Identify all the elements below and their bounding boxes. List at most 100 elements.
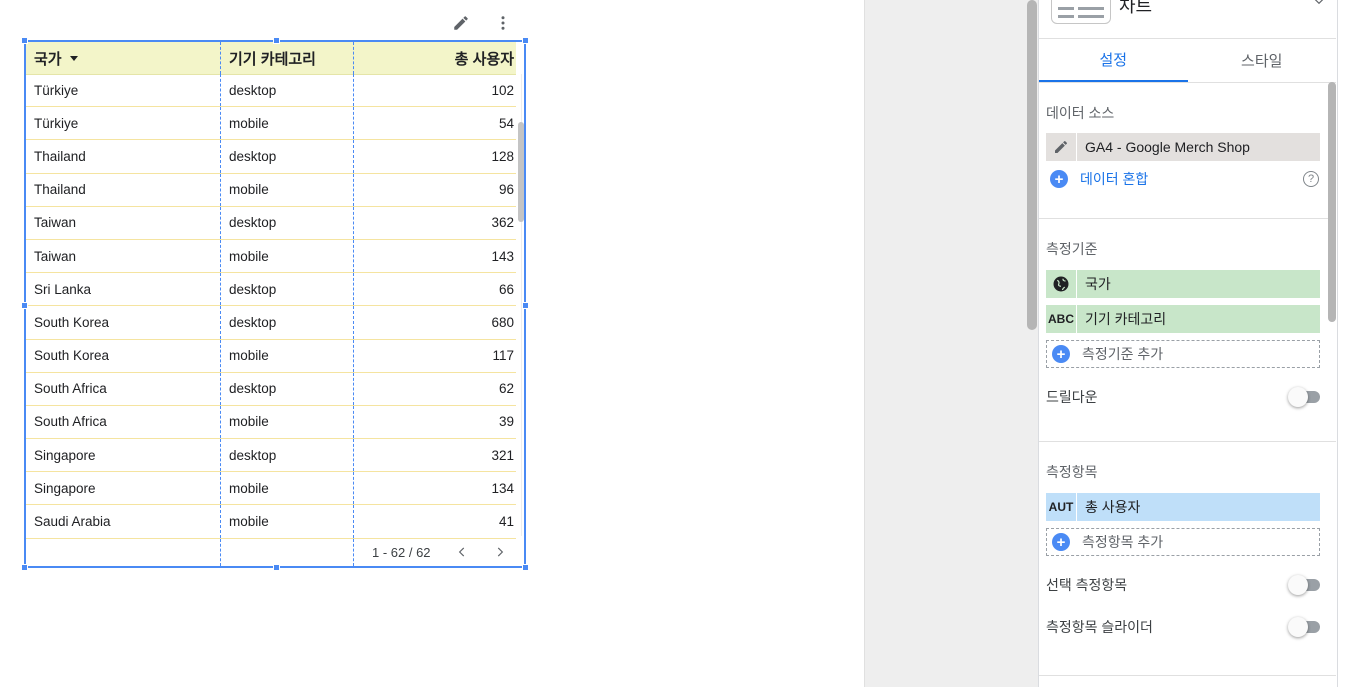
cell-total-users: 362 <box>491 215 514 231</box>
table-row[interactable]: Singapore mobile 134 <box>26 472 516 506</box>
table-chart[interactable]: 국가 기기 카테고리 총 사용자 Türkiye desktop 102 Türkiy… <box>21 37 529 571</box>
help-icon[interactable]: ? <box>1303 171 1319 187</box>
tab-setup[interactable]: 설정 <box>1039 39 1188 82</box>
table-row[interactable]: Thailand mobile 96 <box>26 173 516 207</box>
metric-type-icon: AUT <box>1046 493 1076 521</box>
cell-country: South Korea <box>26 339 221 372</box>
cell-device-category: desktop <box>221 439 354 472</box>
data-source-section: 데이터 소스 GA4 - Google Merch Shop + 데이터 혼합 … <box>1039 83 1336 219</box>
table-footer: 1 - 62 / 62 <box>26 539 516 566</box>
table-chart-icon <box>1051 0 1111 24</box>
data-source-name: GA4 - Google Merch Shop <box>1076 133 1320 161</box>
resize-handle-e[interactable] <box>522 302 529 309</box>
cell-country: South Africa <box>26 372 221 405</box>
cell-total-users: 96 <box>498 182 514 198</box>
metric-chip-total-users[interactable]: AUT 총 사용자 <box>1046 493 1320 521</box>
add-dimension-button[interactable]: + 측정기준 추가 <box>1046 340 1320 368</box>
cell-device-category: desktop <box>221 306 354 339</box>
cell-device-category: desktop <box>221 140 354 173</box>
table-row[interactable]: South Africa desktop 62 <box>26 372 516 406</box>
add-metric-button[interactable]: + 측정항목 추가 <box>1046 528 1320 556</box>
cell-device-category: mobile <box>221 107 354 140</box>
table-row[interactable]: Taiwan desktop 362 <box>26 206 516 240</box>
cell-total-users: 39 <box>498 414 514 430</box>
cell-device-category: desktop <box>221 372 354 405</box>
cell-device-category: desktop <box>221 206 354 239</box>
cell-total-users: 680 <box>491 314 514 330</box>
chart-type-name: 차트 <box>1119 0 1153 16</box>
table-row[interactable]: Singapore desktop 321 <box>26 439 516 473</box>
properties-panel: 차트 설정 스타일 데이터 소스 GA4 - Google Merch Shop… <box>1038 0 1336 687</box>
pagination: 1 - 62 / 62 <box>354 539 516 566</box>
header-device-category[interactable]: 기기 카테고리 <box>221 42 354 74</box>
chevron-down-icon[interactable] <box>1312 0 1326 11</box>
resize-handle-s[interactable] <box>273 564 280 571</box>
cell-country: Taiwan <box>26 239 221 273</box>
pencil-icon[interactable] <box>450 12 472 34</box>
metric-section: 측정항목 AUT 총 사용자 + 측정항목 추가 선택 측정항목 측정항목 슬라… <box>1039 442 1336 676</box>
resize-handle-sw[interactable] <box>21 564 28 571</box>
chevron-left-icon[interactable] <box>455 544 469 562</box>
optional-metrics-toggle[interactable] <box>1288 575 1320 595</box>
cell-country: South Africa <box>26 405 221 439</box>
drilldown-label: 드릴다운 <box>1046 389 1098 405</box>
table-row[interactable]: Türkiye mobile 54 <box>26 107 516 141</box>
metric-slider-toggle[interactable] <box>1288 617 1320 637</box>
pencil-icon[interactable] <box>1046 133 1076 161</box>
table-row[interactable]: South Korea mobile 117 <box>26 339 516 373</box>
table-row[interactable]: Thailand desktop 128 <box>26 140 516 174</box>
cell-country: Thailand <box>26 173 221 206</box>
table-row[interactable]: Sri Lanka desktop 66 <box>26 273 516 307</box>
chevron-right-icon[interactable] <box>493 544 507 562</box>
cell-total-users: 62 <box>498 381 514 397</box>
pagination-label: 1 - 62 / 62 <box>372 545 431 560</box>
dimension-chip-country[interactable]: 국가 <box>1046 270 1320 298</box>
tab-style[interactable]: 스타일 <box>1188 39 1337 82</box>
table-body: Türkiye desktop 102 Türkiye mobile 54 Thailand… <box>26 74 516 539</box>
cell-device-category: mobile <box>221 339 354 372</box>
drilldown-row: 드릴다운 <box>1046 376 1320 418</box>
table-header: 국가 기기 카테고리 총 사용자 <box>26 42 516 75</box>
report-canvas: 국가 기기 카테고리 총 사용자 Türkiye desktop 102 Türkiy… <box>0 0 864 687</box>
canvas-gutter <box>864 0 1038 687</box>
cell-total-users: 54 <box>498 115 514 131</box>
panel-scrollbar[interactable] <box>1328 82 1336 322</box>
header-total-users[interactable]: 총 사용자 <box>354 42 516 74</box>
canvas-scrollbar[interactable] <box>1027 0 1037 330</box>
cell-total-users: 321 <box>491 447 514 463</box>
resize-handle-w[interactable] <box>21 302 28 309</box>
table-row[interactable]: South Africa mobile 39 <box>26 405 516 440</box>
cell-country: Sri Lanka <box>26 273 221 306</box>
cell-country: Saudi Arabia <box>26 505 221 538</box>
resize-handle-ne[interactable] <box>522 37 529 44</box>
table-row[interactable]: Taiwan mobile 143 <box>26 239 516 274</box>
cell-device-category: mobile <box>221 239 354 273</box>
cell-device-category: mobile <box>221 505 354 538</box>
dimension-chip-device-category[interactable]: ABC 기기 카테고리 <box>1046 305 1320 333</box>
header-country[interactable]: 국가 <box>26 42 221 74</box>
cell-device-category: mobile <box>221 405 354 439</box>
optional-metrics-row: 선택 측정항목 <box>1046 564 1320 606</box>
drilldown-toggle[interactable] <box>1288 387 1320 407</box>
metric-title: 측정항목 <box>1046 464 1098 480</box>
more-vert-icon[interactable] <box>492 12 514 34</box>
resize-handle-se[interactable] <box>522 564 529 571</box>
dimension-title: 측정기준 <box>1046 241 1098 257</box>
cell-country: Türkiye <box>26 74 221 107</box>
cell-country: Taiwan <box>26 206 221 239</box>
data-source-chip[interactable]: GA4 - Google Merch Shop <box>1046 133 1320 161</box>
table-row[interactable]: Saudi Arabia mobile 41 <box>26 505 516 539</box>
blend-data-link[interactable]: + 데이터 혼합 ? <box>1046 167 1320 191</box>
text-type-icon: ABC <box>1046 305 1076 333</box>
data-panel-edge <box>1337 0 1361 687</box>
dimension-section: 측정기준 국가 ABC 기기 카테고리 + 측정기준 추가 드릴다운 <box>1039 219 1336 442</box>
table-row[interactable]: South Korea desktop 680 <box>26 306 516 340</box>
table-row[interactable]: Türkiye desktop 102 <box>26 74 516 108</box>
chart-type-selector[interactable]: 차트 <box>1039 0 1336 39</box>
table-scrollbar[interactable] <box>518 122 524 222</box>
resize-handle-n[interactable] <box>273 37 280 44</box>
cell-country: Singapore <box>26 472 221 505</box>
cell-country: Türkiye <box>26 107 221 140</box>
cell-total-users: 143 <box>491 248 514 264</box>
resize-handle-nw[interactable] <box>21 37 28 44</box>
